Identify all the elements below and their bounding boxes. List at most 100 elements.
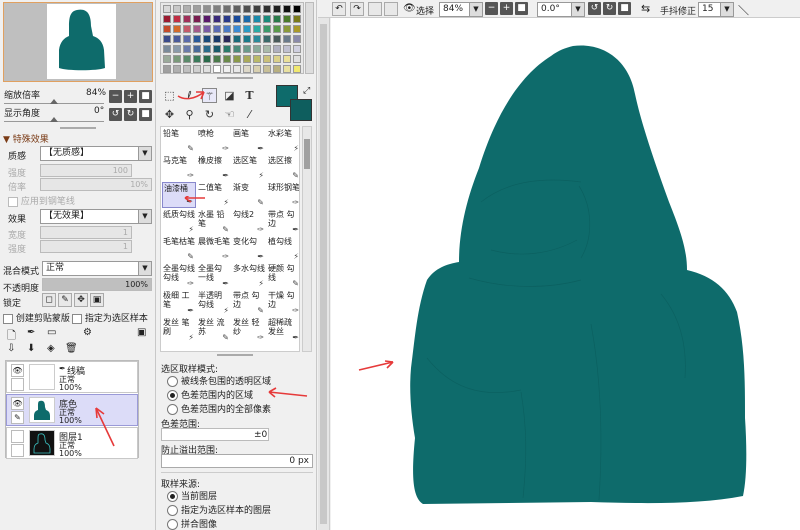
fill-mode-option-1[interactable]: 被线条包围的透明区域 [167, 374, 271, 387]
brush-item[interactable]: 晨微毛笔 ✑ [197, 236, 231, 262]
undo-button[interactable]: ↶ [332, 2, 346, 16]
brush-item[interactable]: 极细 工笔 ✒ [162, 290, 196, 316]
new-pen-layer-icon[interactable]: ✒ [27, 327, 35, 338]
zoom-slider-handle[interactable] [50, 99, 58, 104]
canvas-scrollbar[interactable] [318, 18, 330, 530]
effects-header[interactable]: ▼ 特殊效果 [3, 132, 49, 145]
color-swatch[interactable] [183, 5, 191, 13]
brush-item[interactable]: 发丝 轻纱 ✑ [232, 317, 266, 343]
brush-item[interactable]: 全墨勾线 勾线 ✑ [162, 263, 196, 289]
toolbar-rotate-ccw-button[interactable]: ↺ [588, 2, 601, 15]
color-swatch[interactable] [193, 5, 201, 13]
deselect-button[interactable] [368, 2, 382, 16]
color-swatch[interactable] [213, 25, 221, 33]
color-swatch[interactable] [233, 45, 241, 53]
source-option-3[interactable]: 拼合图像 [167, 517, 217, 530]
lock-move-button[interactable]: ✥ [74, 293, 88, 307]
show-selection-icon[interactable]: 👁 [403, 3, 416, 14]
brush-item[interactable]: 马克笔 ✑ [162, 155, 196, 181]
brush-item[interactable]: 硬颜 勾线 ✎ [267, 263, 299, 289]
source-option-1[interactable]: 当前图层 [167, 489, 217, 502]
color-swatch[interactable] [173, 65, 181, 73]
color-swatch[interactable] [253, 55, 261, 63]
brush-scrollbar-thumb[interactable] [304, 139, 310, 169]
color-swatch[interactable] [213, 45, 221, 53]
brush-item[interactable]: 多水勾线 ⚡ [232, 263, 266, 289]
color-swatch[interactable] [203, 45, 211, 53]
color-swatch[interactable] [283, 15, 291, 23]
color-swatch[interactable] [173, 5, 181, 13]
panel-divider[interactable] [217, 77, 253, 79]
color-swatch[interactable] [173, 55, 181, 63]
color-swatch[interactable] [223, 35, 231, 43]
color-swatch[interactable] [273, 55, 281, 63]
color-swatch[interactable] [263, 5, 271, 13]
effect-select[interactable]: 【无效果】 ▼ [40, 209, 152, 224]
transfer-down-icon[interactable]: ⇩ [7, 343, 15, 354]
fill-mode-option-3[interactable]: 色差范围内的全部像素 [167, 402, 271, 415]
toolbar-zoom-in-button[interactable]: + [500, 2, 513, 15]
toolbar-zoom-out-button[interactable]: − [485, 2, 498, 15]
color-swatch[interactable] [283, 35, 291, 43]
color-swatch[interactable] [263, 35, 271, 43]
brush-item[interactable]: 勾线2 ✑ [232, 209, 266, 235]
color-swatch[interactable] [163, 55, 171, 63]
color-swatch[interactable] [293, 65, 301, 73]
overflow-input[interactable]: 0 px [161, 454, 313, 468]
toolbar-rotate-cw-button[interactable]: ↻ [603, 2, 616, 15]
strength2-slider[interactable]: 1 [40, 240, 132, 253]
color-swatch[interactable] [273, 25, 281, 33]
color-swatch[interactable] [263, 55, 271, 63]
brush-item[interactable]: 画笔 ✒ [232, 128, 266, 154]
color-swatch[interactable] [243, 35, 251, 43]
brush-item[interactable]: 毛笔枯笔 ✎ [162, 236, 196, 262]
color-swatch[interactable] [263, 65, 271, 73]
zoom-slider[interactable] [4, 98, 104, 104]
color-swatch[interactable] [223, 15, 231, 23]
color-swatch[interactable] [253, 15, 261, 23]
angle-select[interactable]: 0.0° ▼ [537, 2, 585, 17]
color-swatch[interactable] [293, 5, 301, 13]
color-swatch[interactable] [293, 15, 301, 23]
brush-item[interactable]: 喷枪 ✑ [197, 128, 231, 154]
color-swatch[interactable] [243, 15, 251, 23]
zoom-reset-button[interactable]: ■ [139, 90, 152, 103]
color-swatch[interactable] [273, 45, 281, 53]
brush-item[interactable]: 发丝 笔刷 ⚡ [162, 317, 196, 343]
color-swatch[interactable] [283, 55, 291, 63]
redo-button[interactable]: ↷ [350, 2, 364, 16]
apply-pen-checkbox[interactable]: 应用到钢笔线 [8, 194, 75, 207]
color-swatch[interactable] [193, 15, 201, 23]
color-swatch[interactable] [163, 5, 171, 13]
color-swatch[interactable] [203, 25, 211, 33]
rotate-slider[interactable] [4, 116, 104, 122]
panel-divider[interactable] [60, 127, 96, 129]
rotate-ccw-button[interactable]: ↺ [109, 108, 122, 121]
lock-paint-button[interactable]: ✎ [58, 293, 72, 307]
clear-layer-icon[interactable]: ◈ [47, 343, 55, 354]
color-swatch[interactable] [273, 15, 281, 23]
scale-slider[interactable]: 10% [40, 178, 152, 191]
canvas-scrollbar-thumb[interactable] [320, 24, 327, 524]
rotate-slider-handle[interactable] [50, 117, 58, 122]
mask-icon[interactable]: ▣ [137, 327, 146, 338]
fill-mode-option-2[interactable]: 色差范围内的区域 [167, 388, 253, 401]
navigator-preview[interactable] [3, 2, 153, 82]
layer-lock-toggle[interactable] [11, 444, 24, 457]
brush-item[interactable]: 橡皮擦 ✒ [197, 155, 231, 181]
toolbar-zoom-reset-button[interactable]: ■ [515, 2, 528, 15]
text-tool-icon[interactable]: T [242, 88, 257, 103]
color-swatch[interactable] [223, 45, 231, 53]
brush-item[interactable]: 选区擦 ✎ [267, 155, 299, 181]
color-swatch[interactable] [203, 15, 211, 23]
brush-item[interactable]: 带点 勾边 ✎ [232, 290, 266, 316]
color-swatch[interactable] [193, 65, 201, 73]
color-swatch[interactable] [253, 65, 261, 73]
width-slider[interactable]: 1 [40, 226, 132, 239]
panel-divider[interactable] [217, 354, 253, 356]
color-swatch[interactable] [173, 15, 181, 23]
color-swatch[interactable] [163, 25, 171, 33]
hand-icon[interactable]: ☜ [222, 107, 237, 122]
color-swatch[interactable] [213, 5, 221, 13]
color-swatch[interactable] [283, 65, 291, 73]
